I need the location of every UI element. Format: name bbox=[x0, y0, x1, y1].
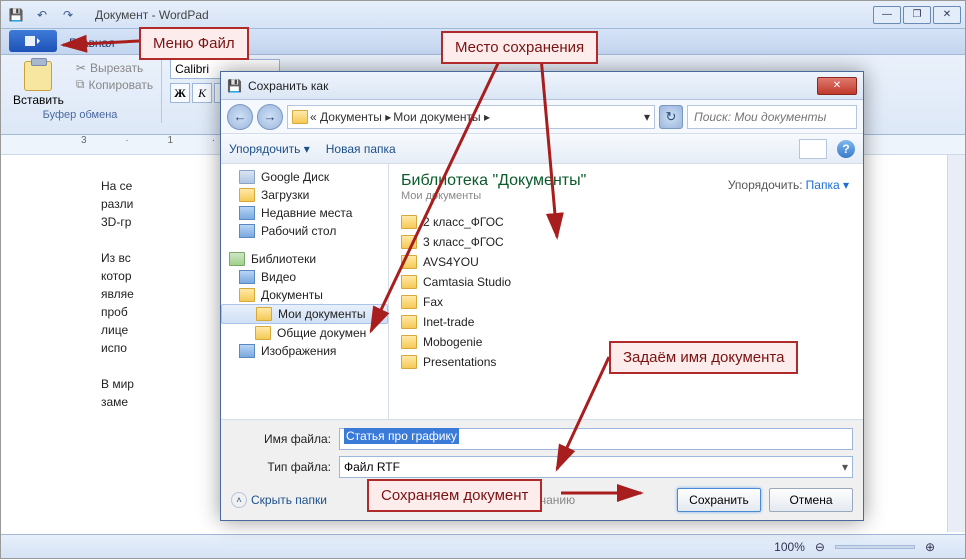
new-folder-button[interactable]: Новая папка bbox=[326, 142, 396, 156]
forward-button[interactable]: → bbox=[257, 104, 283, 130]
dialog-toolbar: Упорядочить ▾ Новая папка ? bbox=[221, 134, 863, 164]
window-title: Документ - WordPad bbox=[95, 8, 209, 22]
nav-bar: ← → « Документы ▸ Мои документы ▸ ▾ ↻ bbox=[221, 100, 863, 134]
list-item[interactable]: Fax bbox=[401, 292, 851, 312]
filetype-label: Тип файла: bbox=[231, 460, 331, 474]
view-options-button[interactable] bbox=[799, 139, 827, 159]
qat-undo-icon[interactable]: ↶ bbox=[31, 4, 53, 26]
breadcrumb-segment[interactable]: « Документы ▸ bbox=[310, 110, 391, 124]
annotation-set-name: Задаём имя документа bbox=[609, 341, 798, 374]
folder-icon bbox=[292, 110, 308, 124]
tab-home[interactable]: Главная bbox=[57, 32, 127, 54]
status-bar: 100% ⊖ ⊕ bbox=[1, 534, 965, 558]
annotation-save-location: Место сохранения bbox=[441, 31, 598, 64]
zoom-out-button[interactable]: ⊖ bbox=[815, 540, 825, 554]
folder-icon bbox=[401, 335, 417, 349]
back-button[interactable]: ← bbox=[227, 104, 253, 130]
desktop-icon bbox=[239, 224, 255, 238]
clipboard-icon bbox=[24, 61, 52, 91]
search-input[interactable] bbox=[687, 105, 857, 129]
sort-by-link[interactable]: Папка ▾ bbox=[806, 178, 849, 192]
list-item[interactable]: 2 класс_ФГОС bbox=[401, 212, 851, 232]
tree-item-pictures[interactable]: Изображения bbox=[221, 342, 388, 360]
save-icon: 💾 bbox=[227, 79, 242, 93]
folder-icon bbox=[401, 255, 417, 269]
tree-item-documents[interactable]: Документы bbox=[221, 286, 388, 304]
italic-button[interactable]: К bbox=[192, 83, 212, 103]
save-as-dialog: 💾 Сохранить как ✕ ← → « Документы ▸ Мои … bbox=[220, 71, 864, 521]
folder-icon bbox=[401, 315, 417, 329]
dialog-titlebar: 💾 Сохранить как ✕ bbox=[221, 72, 863, 100]
file-menu-button[interactable] bbox=[9, 30, 57, 52]
video-icon bbox=[239, 270, 255, 284]
library-icon bbox=[229, 252, 245, 266]
folder-icon bbox=[239, 288, 255, 302]
pictures-icon bbox=[239, 344, 255, 358]
breadcrumb[interactable]: « Документы ▸ Мои документы ▸ ▾ bbox=[287, 105, 655, 129]
organize-button[interactable]: Упорядочить ▾ bbox=[229, 142, 310, 156]
help-icon[interactable]: ? bbox=[837, 140, 855, 158]
breadcrumb-segment[interactable]: Мои документы ▸ bbox=[393, 110, 490, 124]
paste-label: Вставить bbox=[13, 93, 64, 107]
chevron-up-icon: ˄ bbox=[231, 492, 247, 508]
chevron-down-icon[interactable]: ▾ bbox=[644, 110, 650, 124]
list-item[interactable]: AVS4YOU bbox=[401, 252, 851, 272]
save-button[interactable]: Сохранить bbox=[677, 488, 761, 512]
tree-header-libraries[interactable]: Библиотеки bbox=[221, 250, 388, 268]
copy-button[interactable]: ⧉Копировать bbox=[76, 77, 153, 92]
recent-icon bbox=[239, 206, 255, 220]
tree-item-mydocuments[interactable]: Мои документы bbox=[221, 304, 388, 324]
folder-content: Упорядочить: Папка ▾ Библиотека "Докумен… bbox=[389, 164, 863, 419]
clipboard-group-label: Буфер обмена bbox=[43, 109, 118, 121]
titlebar: 💾 ↶ ↷ Документ - WordPad — ❐ ✕ bbox=[1, 1, 965, 29]
folder-icon bbox=[401, 355, 417, 369]
tree-item-recent[interactable]: Недавние места bbox=[221, 204, 388, 222]
maximize-button[interactable]: ❐ bbox=[903, 6, 931, 24]
folder-icon bbox=[255, 326, 271, 340]
minimize-button[interactable]: — bbox=[873, 6, 901, 24]
scissors-icon: ✂ bbox=[76, 61, 86, 75]
list-item[interactable]: 3 класс_ФГОС bbox=[401, 232, 851, 252]
tree-item-downloads[interactable]: Загрузки bbox=[221, 186, 388, 204]
sort-row: Упорядочить: Папка ▾ bbox=[728, 178, 849, 192]
folder-icon bbox=[401, 215, 417, 229]
copy-icon: ⧉ bbox=[76, 77, 85, 92]
cancel-button[interactable]: Отмена bbox=[769, 488, 853, 512]
folder-icon bbox=[239, 188, 255, 202]
zoom-in-button[interactable]: ⊕ bbox=[925, 540, 935, 554]
folder-icon bbox=[401, 295, 417, 309]
tree-item-publicdocs[interactable]: Общие докумен bbox=[221, 324, 388, 342]
cut-button[interactable]: ✂Вырезать bbox=[76, 61, 153, 75]
close-button[interactable]: ✕ bbox=[933, 6, 961, 24]
folder-tree[interactable]: Google Диск Загрузки Недавние места Рабо… bbox=[221, 164, 389, 419]
dialog-close-button[interactable]: ✕ bbox=[817, 77, 857, 95]
file-menu-icon bbox=[24, 35, 42, 47]
filetype-combo[interactable]: Файл RTF bbox=[339, 456, 853, 478]
vertical-scrollbar[interactable] bbox=[947, 155, 965, 532]
dialog-title: Сохранить как bbox=[248, 79, 328, 93]
list-item[interactable]: Inet-trade bbox=[401, 312, 851, 332]
tree-item-video[interactable]: Видео bbox=[221, 268, 388, 286]
tree-item-desktop[interactable]: Рабочий стол bbox=[221, 222, 388, 240]
folder-icon bbox=[256, 307, 272, 321]
zoom-slider[interactable] bbox=[835, 545, 915, 549]
annotation-menu-file: Меню Файл bbox=[139, 27, 249, 60]
folder-icon bbox=[401, 235, 417, 249]
qat-redo-icon[interactable]: ↷ bbox=[57, 4, 79, 26]
annotation-do-save: Сохраняем документ bbox=[367, 479, 542, 512]
qat-save-icon[interactable]: 💾 bbox=[5, 4, 27, 26]
filename-label: Имя файла: bbox=[231, 432, 331, 446]
separator bbox=[161, 59, 162, 123]
zoom-label: 100% bbox=[774, 540, 805, 554]
list-item[interactable]: Camtasia Studio bbox=[401, 272, 851, 292]
filename-input[interactable]: Статья про графику bbox=[339, 428, 853, 450]
drive-icon bbox=[239, 170, 255, 184]
refresh-button[interactable]: ↻ bbox=[659, 105, 683, 129]
folder-icon bbox=[401, 275, 417, 289]
paste-button[interactable]: Вставить bbox=[7, 59, 70, 109]
hide-folders-link[interactable]: ˄Скрыть папки bbox=[231, 492, 327, 508]
tree-item-gdrive[interactable]: Google Диск bbox=[221, 168, 388, 186]
bold-button[interactable]: Ж bbox=[170, 83, 190, 103]
